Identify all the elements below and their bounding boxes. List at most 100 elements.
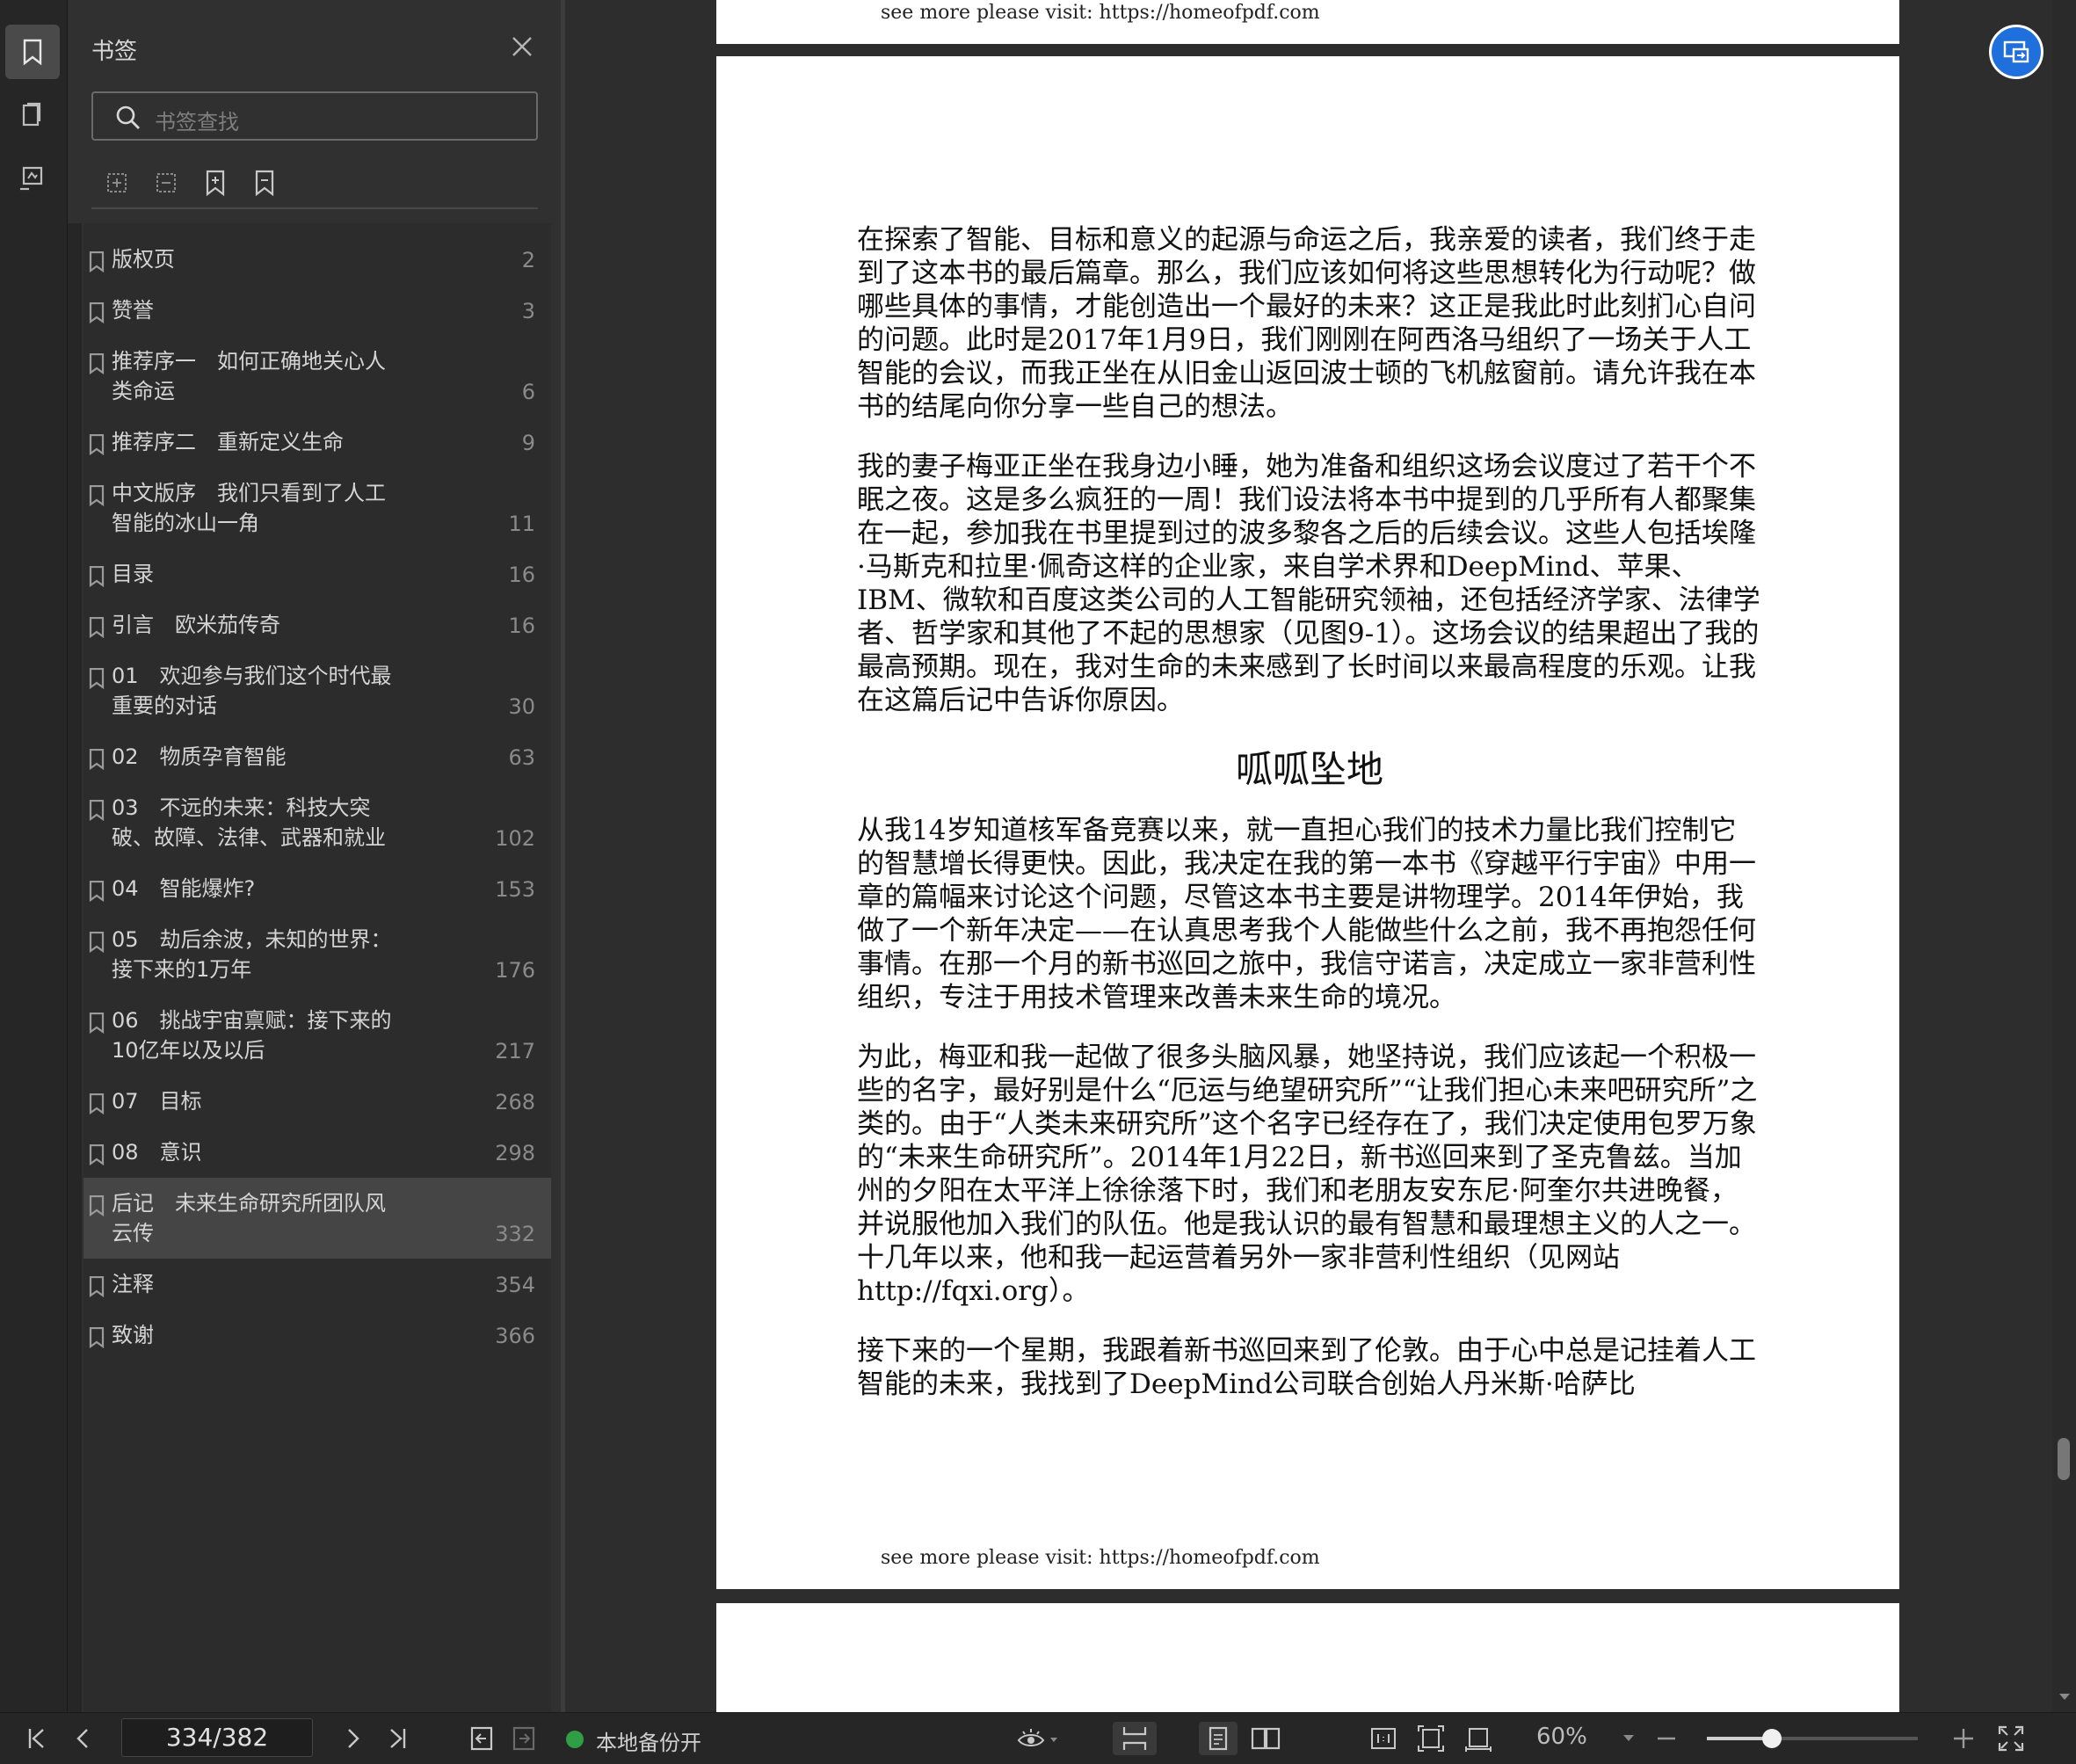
bookmark-panel-button[interactable] — [5, 25, 60, 79]
zoom-slider[interactable] — [1707, 1729, 1918, 1748]
bookmark-label: 05 劫后余波，未知的世界：接下来的1万年 — [112, 927, 392, 982]
bookmark-item[interactable]: 版权页 2 — [83, 234, 551, 285]
document-scrollbar[interactable] — [2052, 0, 2076, 1712]
zoom-dropdown-button[interactable] — [1615, 1722, 1642, 1755]
fullscreen-icon — [1998, 1725, 2024, 1752]
bookmark-page-number: 268 — [495, 1090, 535, 1114]
add-bookmark-button[interactable] — [201, 169, 233, 200]
bookmark-search-input[interactable]: 书签查找 — [91, 91, 538, 141]
zoom-level[interactable]: 60% — [1536, 1724, 1587, 1750]
bookmark-icon — [89, 434, 105, 455]
document-viewer: see more please visit: https://homeofpdf… — [565, 0, 2052, 1712]
plus-icon — [1954, 1729, 1973, 1748]
bookmark-item[interactable]: 推荐序一 如何正确地关心人类命运 6 — [83, 336, 551, 417]
bookmark-item[interactable]: 赞誉 3 — [83, 285, 551, 336]
bookmark-icon — [89, 800, 105, 821]
bookmark-icon — [89, 1195, 105, 1216]
bookmark-item[interactable]: 致谢 366 — [83, 1310, 551, 1361]
bookmark-page-number: 102 — [495, 826, 535, 851]
go-forward-button[interactable] — [506, 1722, 541, 1755]
close-panel-button[interactable] — [507, 32, 537, 62]
expand-all-button[interactable] — [103, 169, 134, 200]
current-page: 在探索了智能、目标和意义的起源与命运之后，我亲爱的读者，我们终于走到了这本书的最… — [716, 56, 1899, 1589]
bookmark-item[interactable]: 目录 16 — [83, 548, 551, 599]
zoom-slider-knob[interactable] — [1762, 1729, 1782, 1748]
bookmark-label: 01 欢迎参与我们这个时代最重要的对话 — [112, 664, 392, 718]
bookmark-page-number: 16 — [508, 613, 535, 638]
eye-icon — [1017, 1729, 1057, 1746]
eye-care-mode-button[interactable] — [1013, 1722, 1065, 1755]
single-page-button[interactable] — [1199, 1722, 1238, 1755]
bookmark-item[interactable]: 引言 欧米茄传奇 16 — [83, 599, 551, 650]
bookmark-item[interactable]: 05 劫后余波，未知的世界：接下来的1万年 176 — [83, 914, 551, 995]
previous-page: see more please visit: https://homeofpdf… — [716, 0, 1899, 44]
bookmark-icon — [89, 353, 105, 374]
bookmark-item[interactable]: 注释 354 — [83, 1259, 551, 1310]
thumbnail-panel-button[interactable] — [5, 88, 60, 142]
bookmark-icon — [89, 932, 105, 953]
bookmark-label: 目录 — [112, 562, 154, 586]
paragraph: 从我14岁知道核军备竞赛以来，就一直担心我们的技术力量比我们控制它的智慧增长得更… — [857, 815, 1756, 1013]
bookmark-remove-icon — [255, 170, 274, 197]
bookmark-icon — [89, 1144, 105, 1165]
forward-icon — [512, 1726, 535, 1751]
bookmark-list: 版权页 2 赞誉 3 推荐序一 如何正确地关心人类命运 6 推荐序二 重新定义生命 9 中文版序… — [83, 223, 551, 1717]
previous-page-button[interactable] — [65, 1722, 100, 1755]
bookmark-item[interactable]: 06 挑战宇宙禀赋：接下来的10亿年以及以后 217 — [83, 995, 551, 1076]
remove-bookmark-button[interactable] — [250, 169, 282, 200]
bookmark-page-number: 354 — [495, 1273, 535, 1297]
next-page-button[interactable] — [336, 1722, 371, 1755]
bookmark-icon — [89, 749, 105, 770]
bookmark-page-number: 2 — [521, 248, 535, 272]
bookmark-item[interactable]: 07 目标 268 — [83, 1076, 551, 1127]
bookmark-icon — [89, 251, 105, 272]
bookmark-item[interactable]: 01 欢迎参与我们这个时代最重要的对话 30 — [83, 650, 551, 731]
go-back-button[interactable] — [464, 1722, 499, 1755]
fit-width-button[interactable] — [1459, 1722, 1498, 1755]
bookmark-add-icon — [206, 170, 225, 197]
bookmark-item[interactable]: 04 智能爆炸? 153 — [83, 863, 551, 914]
scroll-down-icon[interactable] — [2058, 1693, 2071, 1702]
last-page-button[interactable] — [380, 1722, 415, 1755]
bookmark-label: 引言 欧米茄传奇 — [112, 613, 280, 637]
bookmark-icon — [89, 485, 105, 506]
page-number-input[interactable]: 334/382 — [121, 1718, 313, 1757]
page-body: 在探索了智能、目标和意义的起源与命运之后，我亲爱的读者，我们终于走到了这本书的最… — [857, 223, 1762, 1427]
bookmark-item[interactable]: 02 物质孕育智能 63 — [83, 731, 551, 782]
fullscreen-button[interactable] — [1993, 1722, 2029, 1755]
bookmark-item[interactable]: 推荐序二 重新定义生命 9 — [83, 417, 551, 468]
bookmark-item[interactable]: 中文版序 我们只看到了人工智能的冰山一角 11 — [83, 468, 551, 548]
bookmark-icon — [89, 1276, 105, 1297]
bookmark-label: 08 意识 — [112, 1140, 202, 1165]
zoom-out-button[interactable] — [1649, 1722, 1684, 1755]
fit-page-button[interactable] — [1412, 1722, 1450, 1755]
bookmark-icon — [89, 617, 105, 638]
bookmark-item[interactable]: 后记 未来生命研究所团队风云传 332 — [83, 1178, 551, 1259]
status-bar: 334/382 本地备份开 60% — [0, 1712, 2076, 1764]
fit-page-icon — [1418, 1725, 1444, 1752]
paragraph: 接下来的一个星期，我跟着新书巡回来到了伦敦。由于心中总是记挂着人工智能的未来，我… — [857, 1335, 1756, 1400]
actual-size-button[interactable] — [1364, 1722, 1403, 1755]
zoom-in-button[interactable] — [1946, 1722, 1981, 1755]
first-page-button[interactable] — [19, 1722, 54, 1755]
bookmark-label: 赞誉 — [112, 298, 154, 323]
backup-status-label[interactable]: 本地备份开 — [596, 1725, 701, 1756]
bookmark-page-number: 298 — [495, 1141, 535, 1165]
bookmark-item[interactable]: 03 不远的未来：科技大突破、故障、法律、武器和就业 102 — [83, 782, 551, 863]
double-page-button[interactable] — [1246, 1722, 1285, 1755]
floating-action-button[interactable] — [1989, 25, 2043, 79]
bookmark-icon — [89, 1013, 105, 1034]
continuous-scroll-button[interactable] — [1113, 1722, 1157, 1755]
annotation-panel-button[interactable] — [5, 151, 60, 206]
bookmark-page-number: 153 — [495, 877, 535, 902]
scrollbar-thumb[interactable] — [2058, 1438, 2070, 1480]
bookmark-page-number: 30 — [508, 694, 535, 719]
scroll-mode-icon — [1122, 1727, 1147, 1750]
bookmark-item[interactable]: 08 意识 298 — [83, 1127, 551, 1178]
bookmark-label: 后记 未来生命研究所团队风云传 — [112, 1191, 386, 1245]
bookmark-page-number: 6 — [521, 380, 535, 404]
annotation-icon — [20, 166, 43, 191]
collapse-all-button[interactable] — [152, 169, 184, 200]
bookmark-icon — [89, 1327, 105, 1348]
bookmark-label: 注释 — [112, 1272, 154, 1296]
